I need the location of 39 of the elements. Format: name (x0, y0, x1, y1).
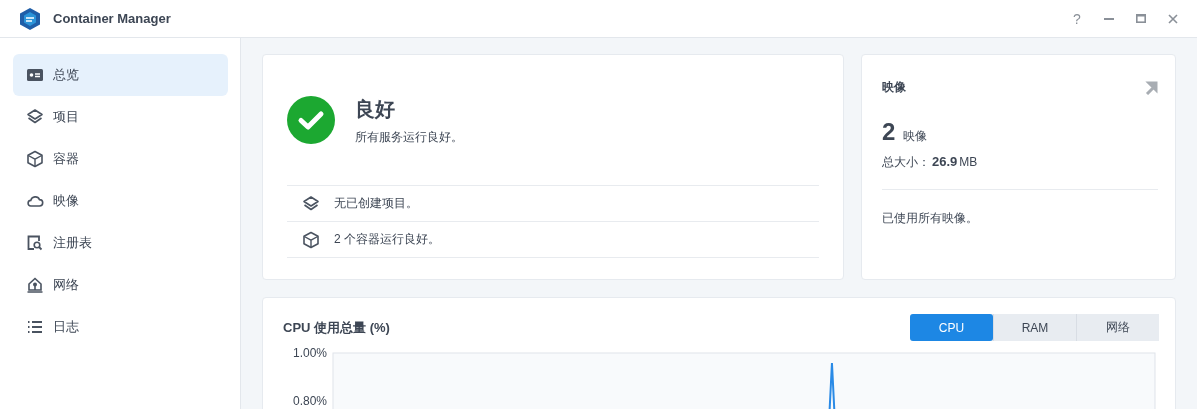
cube-icon (302, 230, 320, 249)
card-icon (26, 66, 44, 84)
close-icon (1168, 13, 1178, 24)
status-text: 无已创建项目。 (334, 195, 418, 212)
sidebar-item[interactable]: 注册表 (13, 222, 228, 264)
y-axis-label: 0.80% (292, 394, 327, 408)
card-title: 映像 (882, 79, 906, 96)
size-label: 总大小： (882, 155, 930, 169)
image-count: 2 (882, 118, 896, 146)
arrow-icon[interactable] (1144, 80, 1158, 95)
layers-icon (26, 108, 44, 126)
chart-title: CPU 使用总量 (%) (283, 318, 390, 337)
y-axis-label: 1.00% (292, 346, 327, 360)
sidebar-item[interactable]: 日志 (13, 306, 228, 348)
status-text: 2 个容器运行良好。 (334, 231, 440, 248)
size-value: 26.9 (932, 154, 958, 169)
size-unit: MB (959, 155, 978, 169)
minimize-icon (1104, 17, 1114, 20)
sidebar-item[interactable]: 容器 (13, 138, 228, 180)
list-icon (26, 318, 44, 336)
image-note: 已使用所有映像。 (882, 210, 979, 227)
window-title: Container Manager (53, 11, 171, 26)
check-icon (287, 95, 335, 144)
sidebar-item[interactable]: 网络 (13, 264, 228, 306)
count-unit: 映像 (903, 128, 928, 145)
house-icon (26, 276, 44, 294)
layers-icon (302, 194, 320, 213)
chart-tab[interactable]: CPU (910, 314, 993, 341)
sidebar-item[interactable]: 映像 (13, 180, 228, 222)
cpu-usage-line (828, 362, 836, 409)
status-title: 良好 (355, 97, 396, 122)
cube-icon (26, 150, 44, 168)
search-icon (26, 234, 44, 252)
sidebar-item[interactable]: 项目 (13, 96, 228, 138)
sidebar-item[interactable]: 总览 (13, 54, 228, 96)
chart-tab[interactable]: 网络 (1076, 314, 1159, 341)
status-message: 所有服务运行良好。 (355, 129, 463, 146)
app-logo-icon (19, 6, 41, 31)
maximize-icon (1136, 14, 1146, 23)
